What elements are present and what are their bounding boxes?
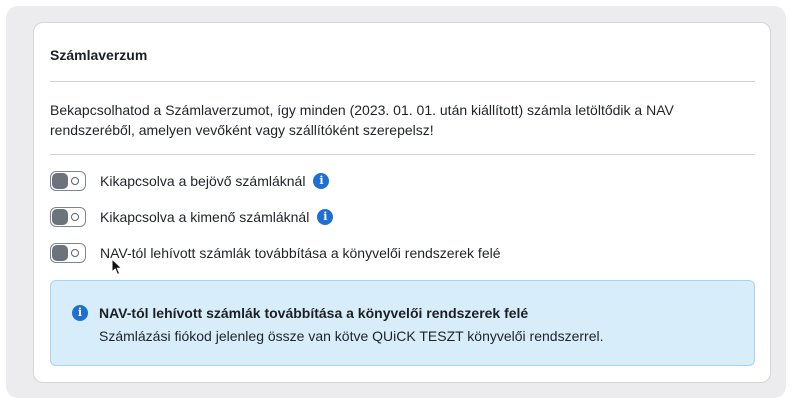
info-icon[interactable]: i (313, 173, 330, 189)
toggle-knob (52, 209, 68, 225)
title-divider (50, 81, 755, 82)
toggle-row-outgoing: Kikapcsolva a kimenő számláknál i (50, 206, 334, 228)
incoming-invoices-label: Kikapcsolva a bejövő számláknál (100, 173, 306, 189)
forwarding-label: NAV-tól lehívott számlák továbbítása a k… (100, 245, 501, 261)
alert-text: Számlázási fiókod jelenleg össze van köt… (99, 328, 604, 344)
alert-title: NAV-tól lehívott számlák továbbítása a k… (99, 305, 529, 321)
section-title: Számlaverzum (50, 47, 148, 63)
toggle-row-incoming: Kikapcsolva a bejövő számláknál i (50, 170, 330, 192)
toggle-off-icon (71, 249, 79, 257)
toggle-off-icon (71, 213, 79, 221)
forwarding-toggle[interactable] (50, 243, 86, 263)
mouse-pointer-icon (111, 258, 123, 276)
toggle-off-icon (71, 177, 79, 185)
info-icon[interactable]: i (317, 209, 334, 225)
outgoing-invoices-toggle[interactable] (50, 207, 86, 227)
toggle-knob (52, 173, 68, 189)
section-description: Bekapcsolhatod a Számlaverzumot, így min… (50, 102, 674, 138)
description-divider (50, 154, 755, 155)
info-alert: i NAV-tól lehívott számlák továbbítása a… (50, 280, 755, 366)
toggle-knob (52, 245, 68, 261)
info-icon: i (72, 305, 88, 321)
page-background: Számlaverzum Bekapcsolhatod a Számlaverz… (6, 6, 786, 398)
szamlaverzum-card: Számlaverzum Bekapcsolhatod a Számlaverz… (33, 22, 771, 383)
outgoing-invoices-label: Kikapcsolva a kimenő számláknál (100, 209, 310, 225)
incoming-invoices-toggle[interactable] (50, 171, 86, 191)
